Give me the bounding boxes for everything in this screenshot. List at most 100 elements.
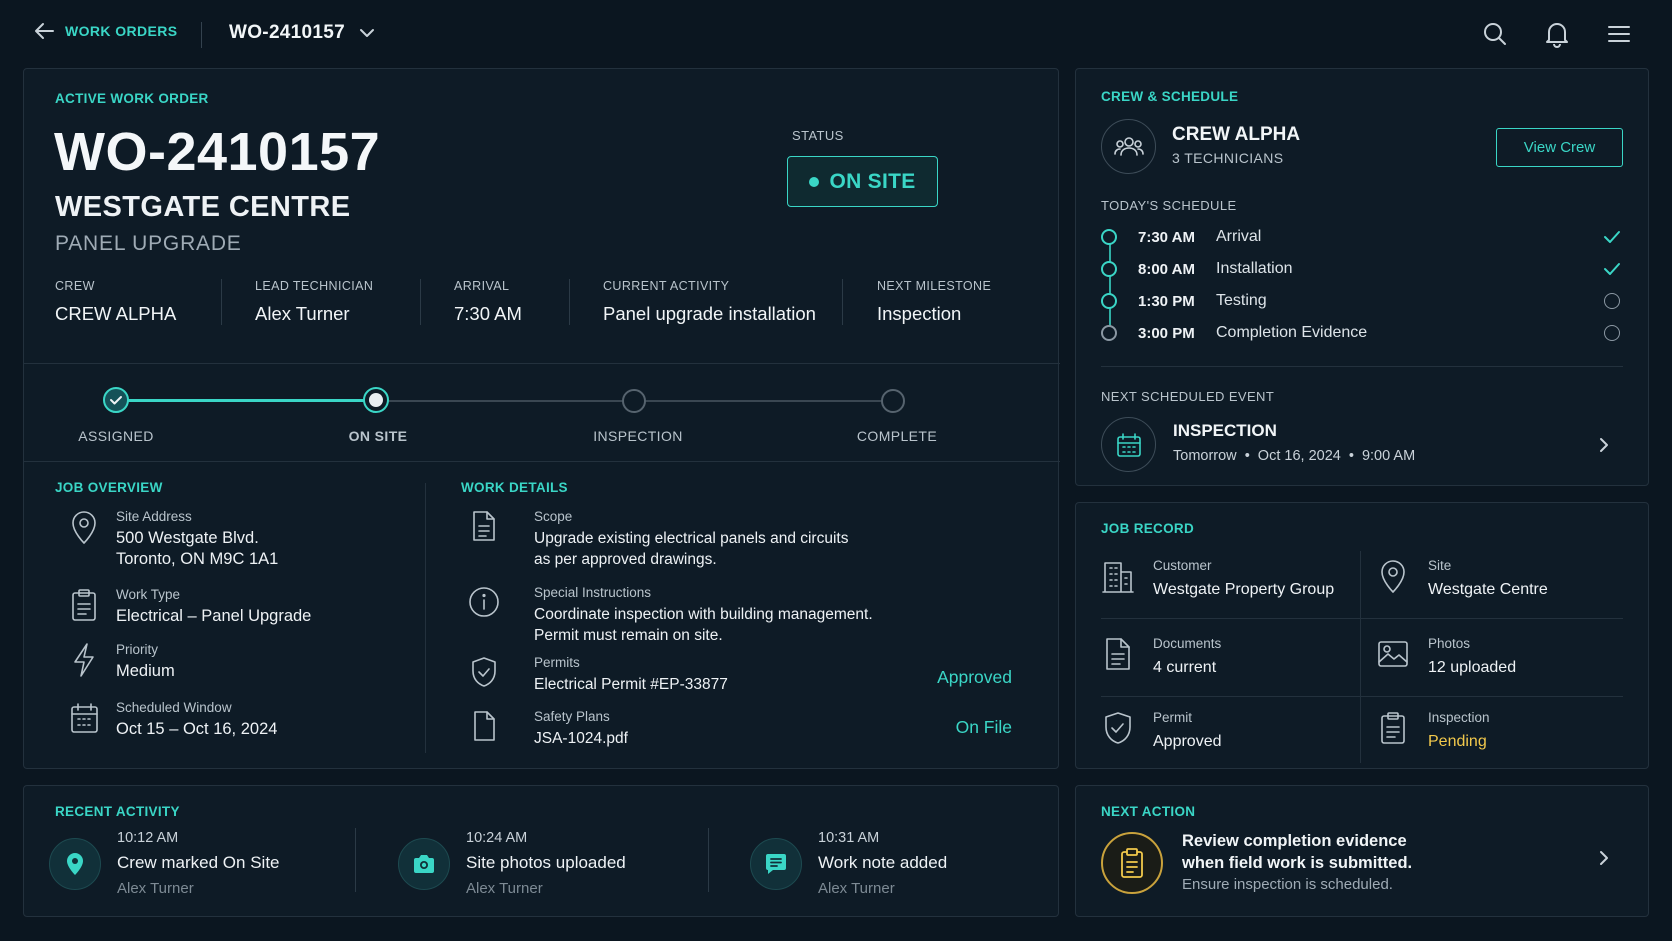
scope-label: Scope — [534, 509, 573, 524]
divider — [1101, 618, 1623, 619]
activity-message: Crew marked On Site — [117, 853, 280, 872]
next-action-icon-circle — [1101, 832, 1163, 894]
status-badge: ON SITE — [787, 156, 938, 207]
next-action-line1: Review completion evidence — [1182, 832, 1407, 850]
step-label: ASSIGNED — [78, 428, 154, 444]
step-complete-node — [881, 389, 905, 413]
bullet-separator: • — [1244, 448, 1250, 464]
documents-value: 4 current — [1153, 659, 1217, 676]
activity-message: Work note added — [818, 853, 948, 872]
schedule-time: 8:00 AM — [1138, 260, 1195, 278]
permit-value: Approved — [1153, 733, 1222, 750]
document-icon — [1106, 638, 1130, 670]
next-event-date: Oct 16, 2024 — [1257, 448, 1341, 464]
safety-plans-status: On File — [955, 717, 1012, 737]
next-action-line2: when field work is submitted. — [1182, 854, 1413, 872]
status-value: ON SITE — [829, 169, 916, 193]
building-icon — [1102, 562, 1134, 593]
menu-button[interactable] — [1606, 20, 1632, 48]
site-address-label: Site Address — [116, 509, 192, 524]
schedule-status-toggle[interactable] — [1601, 322, 1623, 344]
clipboard-icon — [72, 589, 96, 621]
next-scheduled-event-title: NEXT SCHEDULED EVENT — [1101, 389, 1275, 404]
chevron-down-icon — [360, 29, 375, 37]
site-value: Westgate Centre — [1428, 581, 1548, 598]
step-label: INSPECTION — [593, 428, 683, 444]
fact-label: ARRIVAL — [454, 279, 510, 293]
schedule-node — [1101, 293, 1117, 309]
fact-value: CREW ALPHA — [55, 303, 177, 324]
special-instructions-label: Special Instructions — [534, 585, 652, 600]
crew-schedule-panel: CREW & SCHEDULE CREW ALPHA 3 TECHNICIANS… — [1075, 68, 1649, 486]
site-address: Site Address 500 Westgate Blvd. Toronto,… — [64, 509, 278, 570]
schedule-status-toggle[interactable] — [1601, 226, 1623, 248]
work-order-selector[interactable]: WO-2410157 — [229, 22, 375, 44]
recent-activity-title: RECENT ACTIVITY — [55, 804, 180, 819]
scope: Scope Upgrade existing electrical panels… — [464, 509, 848, 570]
search-button[interactable] — [1482, 20, 1508, 48]
status-dot — [809, 176, 820, 187]
next-action-panel[interactable]: NEXT ACTION Review completion evidence w… — [1075, 785, 1649, 917]
schedule-timeline — [1109, 241, 1111, 331]
next-event-title: INSPECTION — [1173, 421, 1277, 440]
fact-label: CURRENT ACTIVITY — [603, 279, 730, 293]
safety-plan-file-link[interactable]: JSA-1024.pdf — [534, 728, 628, 749]
check-icon — [1604, 263, 1620, 275]
record-photos[interactable]: Photos 12 uploaded — [1376, 636, 1516, 677]
back-to-work-orders-link[interactable]: WORK ORDERS — [33, 22, 178, 40]
shield-check-icon — [1105, 712, 1131, 744]
schedule-activity: Installation — [1216, 260, 1293, 277]
activity-icon-circle — [49, 838, 101, 890]
safety-plans: Safety Plans JSA-1024.pdf — [464, 709, 628, 749]
schedule-item: 3:00 PM Completion Evidence — [1101, 321, 1623, 345]
schedule-item: 7:30 AM Arrival — [1101, 225, 1623, 249]
record-site: Site Westgate Centre — [1376, 558, 1548, 599]
permits-value: Electrical Permit #EP-33877 — [534, 676, 728, 693]
safety-plans-label: Safety Plans — [534, 709, 610, 724]
crew-technician-count: 3 TECHNICIANS — [1172, 150, 1284, 166]
current-step-dot — [369, 393, 383, 407]
work-type-label: Work Type — [116, 587, 181, 602]
record-inspection: Inspection Pending — [1376, 710, 1490, 751]
camera-icon — [414, 855, 434, 873]
permits-status: Approved — [937, 667, 1012, 687]
notifications-button[interactable] — [1544, 20, 1570, 48]
documents-label: Documents — [1153, 636, 1222, 651]
priority: Priority Medium — [64, 642, 175, 682]
schedule-time: 1:30 PM — [1138, 292, 1195, 310]
divider — [201, 22, 202, 48]
bullet-separator: • — [1348, 448, 1354, 464]
view-crew-button[interactable]: View Crew — [1496, 128, 1623, 167]
progress-track-done — [116, 399, 376, 402]
bell-icon — [1546, 23, 1568, 48]
schedule-status-toggle[interactable] — [1601, 258, 1623, 280]
job-overview-title: JOB OVERVIEW — [55, 480, 163, 495]
team-icon — [1113, 136, 1144, 156]
record-documents[interactable]: Documents 4 current — [1101, 636, 1221, 677]
lightning-bolt-icon — [74, 643, 94, 677]
divider — [355, 828, 356, 892]
fact-next-milestone: NEXT MILESTONE Inspection — [877, 279, 991, 325]
fact-value: Inspection — [877, 303, 962, 324]
divider — [425, 483, 426, 753]
clipboard-icon — [1121, 848, 1143, 878]
record-permit: Permit Approved — [1101, 710, 1222, 751]
next-scheduled-event[interactable]: INSPECTION Tomorrow • Oct 16, 2024 • 9:0… — [1101, 417, 1623, 473]
back-label: WORK ORDERS — [65, 23, 178, 39]
divider — [1101, 696, 1623, 697]
schedule-activity: Completion Evidence — [1216, 324, 1368, 341]
schedule-time: 3:00 PM — [1138, 324, 1195, 342]
schedule-status-toggle[interactable] — [1601, 290, 1623, 312]
special-instructions-line2: Permit must remain on site. — [534, 627, 723, 644]
job-type: PANEL UPGRADE — [55, 232, 242, 255]
next-event-day: Tomorrow — [1173, 448, 1237, 464]
special-instructions-line1: Coordinate inspection with building mana… — [534, 606, 873, 623]
scheduled-window: Scheduled Window Oct 15 – Oct 16, 2024 — [64, 700, 277, 740]
activity-message: Site photos uploaded — [466, 853, 626, 872]
work-type: Work Type Electrical – Panel Upgrade — [64, 587, 311, 627]
divider — [569, 279, 570, 325]
chevron-right-icon — [1600, 851, 1608, 865]
empty-circle-icon — [1604, 293, 1620, 309]
step-assigned-node — [103, 387, 129, 413]
fact-value: 7:30 AM — [454, 303, 522, 324]
